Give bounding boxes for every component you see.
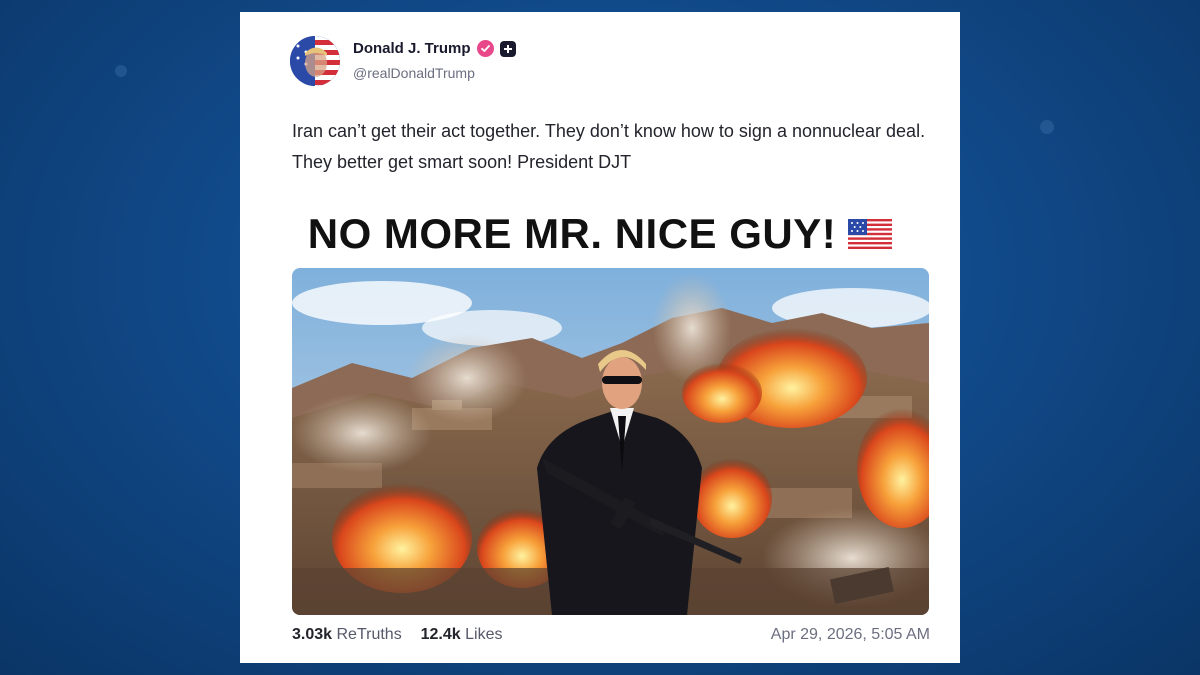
plus-badge-icon	[499, 40, 516, 57]
background-glow	[1040, 120, 1054, 134]
image-headline-text: NO MORE MR. NICE GUY!	[307, 210, 837, 257]
retruths-link[interactable]: 3.03k ReTruths	[292, 626, 406, 643]
engagement-counts: 3.03k ReTruths 12.4k Likes	[292, 626, 502, 644]
timestamp[interactable]: Apr 29, 2026, 5:05 AM	[771, 626, 930, 644]
likes-label: Likes	[465, 626, 503, 643]
retruths-count: 3.03k	[292, 626, 333, 643]
post-image[interactable]	[292, 268, 929, 615]
handle[interactable]: @realDonaldTrump	[353, 65, 475, 81]
post-stats: 3.03k ReTruths 12.4k Likes Apr 29, 2026,…	[292, 626, 930, 648]
us-flag-icon	[848, 219, 893, 249]
image-headline: NO MORE MR. NICE GUY!	[240, 210, 960, 258]
display-name-text[interactable]: Donald J. Trump	[353, 40, 471, 57]
background-glow	[115, 65, 127, 77]
post-header: Donald J. Trump @realDonaldTrump	[290, 36, 690, 86]
likes-count: 12.4k	[420, 626, 461, 643]
verified-badge-icon	[476, 40, 494, 57]
display-name[interactable]: Donald J. Trump	[353, 40, 516, 57]
post-text: Iran can’t get their act together. They …	[292, 121, 926, 172]
avatar[interactable]	[290, 36, 340, 86]
post-image-illustration	[292, 268, 929, 615]
post-card: Donald J. Trump @realDonaldTrump Iran ca…	[240, 12, 960, 663]
retruths-label: ReTruths	[336, 626, 402, 643]
avatar-image	[290, 36, 340, 86]
likes-link[interactable]: 12.4k Likes	[421, 626, 503, 643]
